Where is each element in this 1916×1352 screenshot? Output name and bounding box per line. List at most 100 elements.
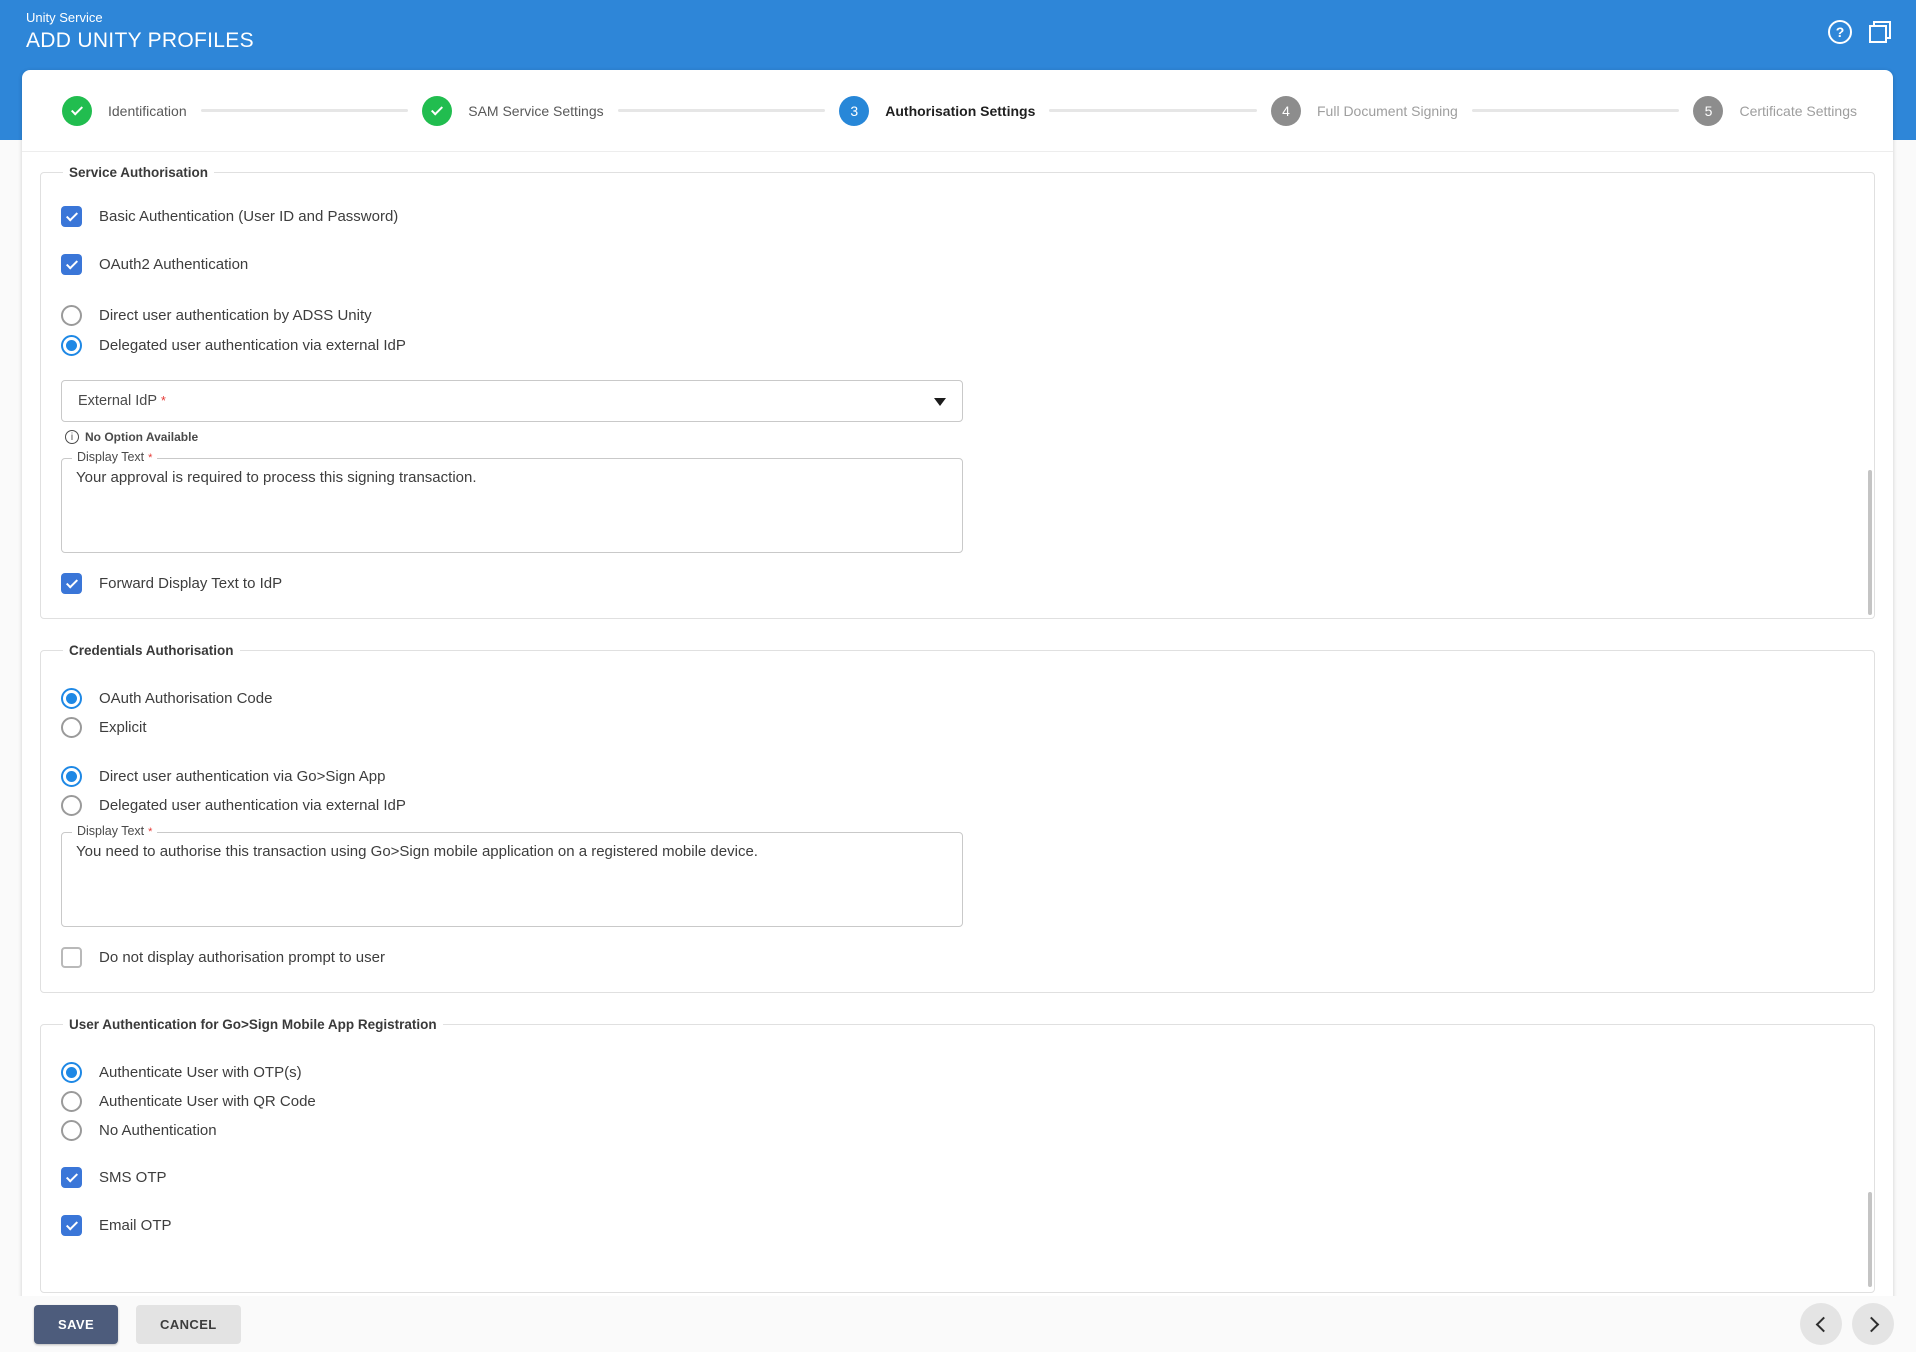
delegated-idp-row: Delegated user authentication via extern… [61,795,1854,816]
delegated-user-radio[interactable] [61,335,82,356]
form-content: Service Authorisation Basic Authenticati… [22,152,1893,1293]
check-icon [65,208,78,222]
step-connector [1471,109,1680,112]
display-text-input-2[interactable]: You need to authorise this transaction u… [76,843,948,911]
label-text: Display Text [77,824,145,838]
required-marker: * [161,394,166,408]
radio-dot [66,693,77,704]
display-text-label: Display Text * [72,824,158,838]
radio-dot [66,1067,77,1078]
next-step-button[interactable] [1852,1303,1894,1345]
direct-user-radio[interactable] [61,305,82,326]
step-identification[interactable]: Identification [62,95,187,126]
no-auth-row: No Authentication [61,1120,1854,1141]
direct-gosign-radio[interactable] [61,766,82,787]
forward-display-label: Forward Display Text to IdP [99,575,283,592]
help-icon[interactable] [1828,20,1852,44]
oauth-code-radio[interactable] [61,688,82,709]
required-marker: * [148,826,153,838]
direct-gosign-row: Direct user authentication via Go>Sign A… [61,766,1854,787]
app-bar: Unity Service ADD UNITY PROFILES [0,0,1916,70]
wizard-stepper: Identification SAM Service Settings 3 Au… [22,70,1893,152]
otp-auth-radio[interactable] [61,1062,82,1083]
external-idp-label: External IdP [78,393,157,409]
qr-auth-row: Authenticate User with QR Code [61,1091,1854,1112]
chevron-down-icon [934,398,946,406]
check-icon [65,1217,78,1231]
email-otp-checkbox[interactable] [61,1215,82,1236]
required-marker: * [148,452,153,464]
duplicate-window-icon[interactable] [1868,20,1892,44]
display-text-label: Display Text * [72,450,158,464]
group-legend: Credentials Authorisation [69,643,234,658]
forward-display-row: Forward Display Text to IdP [61,573,1854,594]
step-label: Authorisation Settings [885,102,1036,119]
step-label: SAM Service Settings [468,102,604,119]
sms-otp-label: SMS OTP [99,1169,167,1186]
step-label: Identification [108,102,187,119]
save-button[interactable]: SAVE [34,1304,119,1344]
gosign-registration-group: User Authentication for Go>Sign Mobile A… [40,1017,1875,1293]
hint-text: No Option Available [85,430,199,444]
forward-display-checkbox[interactable] [61,573,82,594]
oauth-code-row: OAuth Authorisation Code [61,688,1854,709]
check-icon [65,575,78,589]
email-otp-label: Email OTP [99,1217,172,1234]
step-number: 4 [1271,95,1301,126]
check-icon [431,102,444,116]
chevron-left-icon [1815,1316,1831,1332]
step-full-document-signing[interactable]: 4 Full Document Signing [1271,95,1458,126]
app-name: Unity Service [26,10,103,25]
step-sam-service-settings[interactable]: SAM Service Settings [422,95,604,126]
radio-dot [66,340,77,351]
check-icon [65,1169,78,1183]
step-certificate-settings[interactable]: 5 Certificate Settings [1693,95,1857,126]
cancel-button[interactable]: CANCEL [136,1304,241,1344]
section-scrollbar[interactable] [1868,470,1872,615]
oauth2-label: OAuth2 Authentication [99,256,249,273]
explicit-label: Explicit [99,719,147,736]
no-option-hint: No Option Available [61,430,1854,444]
info-icon [65,430,79,444]
step-number: 5 [1693,95,1724,126]
no-auth-radio[interactable] [61,1120,82,1141]
otp-auth-label: Authenticate User with OTP(s) [99,1064,302,1081]
qr-auth-radio[interactable] [61,1091,82,1112]
credentials-authorisation-group: Credentials Authorisation OAuth Authoris… [40,643,1875,993]
qr-auth-label: Authenticate User with QR Code [99,1093,316,1110]
page-title: ADD UNITY PROFILES [26,29,254,52]
step-connector [200,109,409,112]
group-legend: Service Authorisation [69,165,209,180]
oauth2-checkbox[interactable] [61,254,82,275]
delegated-idp-radio[interactable] [61,795,82,816]
basic-auth-checkbox[interactable] [61,206,82,227]
no-prompt-checkbox[interactable] [61,947,82,968]
delegated-idp-label: Delegated user authentication via extern… [99,797,406,814]
basic-auth-row: Basic Authentication (User ID and Passwo… [61,206,1854,227]
main-card: Identification SAM Service Settings 3 Au… [22,70,1893,1352]
step-label: Full Document Signing [1317,102,1458,119]
direct-gosign-label: Direct user authentication via Go>Sign A… [99,768,386,785]
delegated-user-row: Delegated user authentication via extern… [61,335,1854,356]
email-otp-row: Email OTP [61,1215,1854,1236]
check-icon [65,256,78,270]
step-authorisation-settings[interactable]: 3 Authorisation Settings [839,95,1036,126]
footer-bar: SAVE CANCEL [0,1296,1916,1352]
explicit-radio[interactable] [61,717,82,738]
check-icon [70,102,84,116]
no-prompt-label: Do not display authorisation prompt to u… [99,949,385,966]
no-auth-label: No Authentication [99,1122,217,1139]
section-scrollbar[interactable] [1868,1192,1872,1287]
direct-user-row: Direct user authentication by ADSS Unity [61,305,1854,326]
step-label: Certificate Settings [1739,102,1857,119]
chevron-right-icon [1863,1316,1879,1332]
display-text-input[interactable]: Your approval is required to process thi… [76,469,948,537]
oauth-code-label: OAuth Authorisation Code [99,690,273,707]
previous-step-button[interactable] [1800,1303,1842,1345]
sms-otp-checkbox[interactable] [61,1167,82,1188]
delegated-user-label: Delegated user authentication via extern… [99,337,406,354]
appbar-icons [1828,20,1892,44]
no-prompt-row: Do not display authorisation prompt to u… [61,947,1854,968]
step-complete-icon [62,95,92,126]
external-idp-select[interactable]: External IdP * [61,380,963,422]
